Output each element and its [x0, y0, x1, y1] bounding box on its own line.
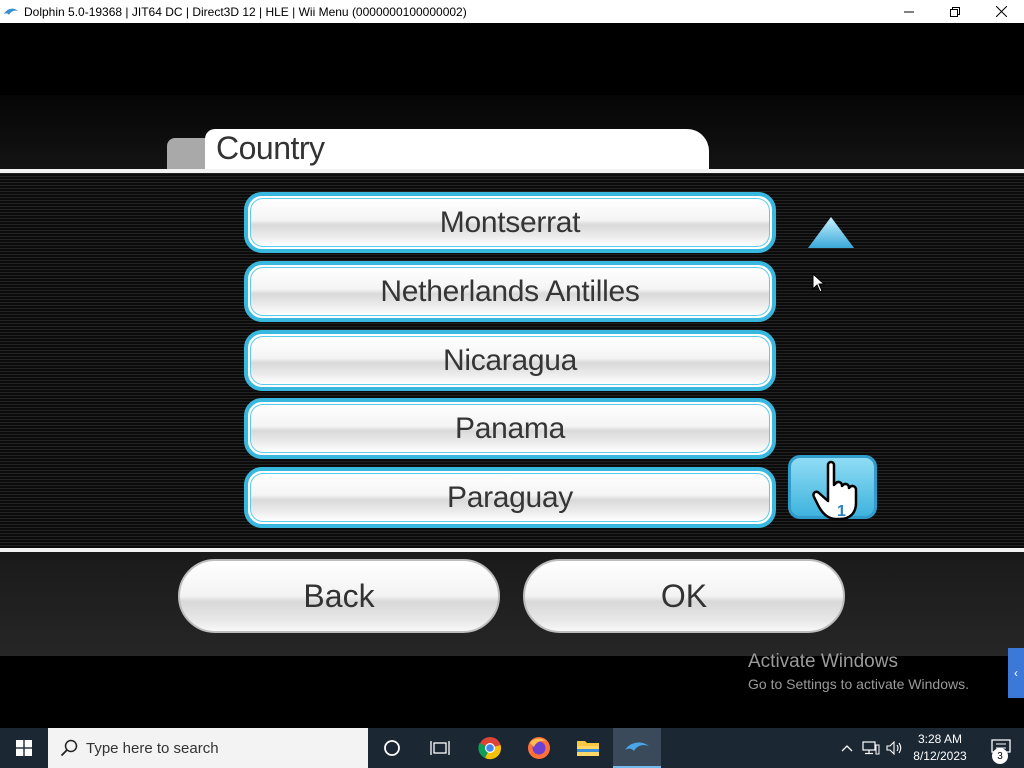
folder-icon: [577, 741, 599, 756]
country-option-label: Montserrat: [439, 205, 581, 239]
taskbar-firefox[interactable]: [515, 728, 563, 768]
country-option-nicaragua[interactable]: Nicaragua: [244, 330, 776, 391]
network-button[interactable]: [860, 728, 882, 768]
back-button-label: Back: [303, 577, 375, 614]
taskbar-clock[interactable]: 3:28 AM 8/12/2023: [905, 731, 975, 765]
country-option-label: Paraguay: [446, 480, 574, 514]
close-button[interactable]: [978, 0, 1024, 23]
window-title: Dolphin 5.0-19368 | JIT64 DC | Direct3D …: [24, 4, 467, 19]
ok-button[interactable]: OK: [523, 559, 845, 633]
speaker-icon: [886, 741, 902, 755]
wii-hand-pointer-icon: 1: [812, 460, 858, 521]
chrome-icon: [478, 737, 501, 760]
search-placeholder: Type here to search: [86, 739, 219, 757]
chevron-up-icon: [841, 745, 853, 752]
country-option-montserrat[interactable]: Montserrat: [244, 192, 776, 253]
task-view-button[interactable]: [416, 728, 464, 768]
cortana-icon: [384, 740, 400, 756]
restore-button[interactable]: [932, 0, 978, 23]
tray-overflow-button[interactable]: [838, 728, 856, 768]
dolphin-icon: [625, 742, 649, 751]
notification-count-badge: 3: [992, 748, 1008, 764]
dolphin-icon: [4, 8, 18, 15]
page-title: Country: [216, 130, 325, 166]
activate-windows-subtitle: Go to Settings to activate Windows.: [748, 676, 969, 692]
country-option-label: Netherlands Antilles: [380, 274, 640, 308]
country-option-panama[interactable]: Panama: [244, 398, 776, 459]
task-view-icon: [430, 741, 450, 755]
network-icon: [862, 741, 880, 755]
clock-date: 8/12/2023: [913, 749, 967, 763]
chevron-left-icon: ‹: [1014, 666, 1018, 680]
window-titlebar: Dolphin 5.0-19368 | JIT64 DC | Direct3D …: [0, 0, 1024, 23]
back-button[interactable]: Back: [178, 559, 500, 633]
taskbar-dolphin[interactable]: [613, 728, 661, 768]
taskbar-file-explorer[interactable]: [564, 728, 612, 768]
minimize-button[interactable]: [886, 0, 932, 23]
start-button[interactable]: [0, 728, 48, 768]
taskbar-chrome[interactable]: [466, 728, 514, 768]
country-option-label: Panama: [455, 411, 565, 445]
country-option-label: Nicaragua: [442, 343, 578, 377]
windows-logo-icon: [16, 740, 32, 756]
country-option-paraguay[interactable]: Paraguay: [244, 467, 776, 528]
taskbar: Type here to search 3:28 AM 8/12/2023: [0, 728, 1024, 768]
mouse-cursor-icon: [812, 273, 826, 293]
search-icon: [60, 739, 78, 757]
ok-button-label: OK: [660, 577, 708, 614]
cortana-button[interactable]: [368, 728, 416, 768]
footer-band: [0, 552, 1024, 656]
side-panel-toggle[interactable]: ‹: [1008, 648, 1024, 698]
scroll-up-arrow-icon[interactable]: [806, 215, 856, 251]
clock-time: 3:28 AM: [917, 732, 963, 746]
taskbar-search[interactable]: Type here to search: [48, 728, 368, 768]
close-icon: [995, 6, 1007, 17]
game-viewport: Country Montserrat Netherlands Antilles …: [0, 23, 1024, 728]
volume-button[interactable]: [884, 728, 906, 768]
restore-icon: [950, 6, 960, 17]
country-option-netherlands-antilles[interactable]: Netherlands Antilles: [244, 261, 776, 322]
activate-windows-title: Activate Windows: [748, 651, 898, 672]
firefox-icon: [528, 737, 550, 759]
minimize-icon: [904, 11, 914, 12]
player-number: 1: [837, 503, 846, 520]
